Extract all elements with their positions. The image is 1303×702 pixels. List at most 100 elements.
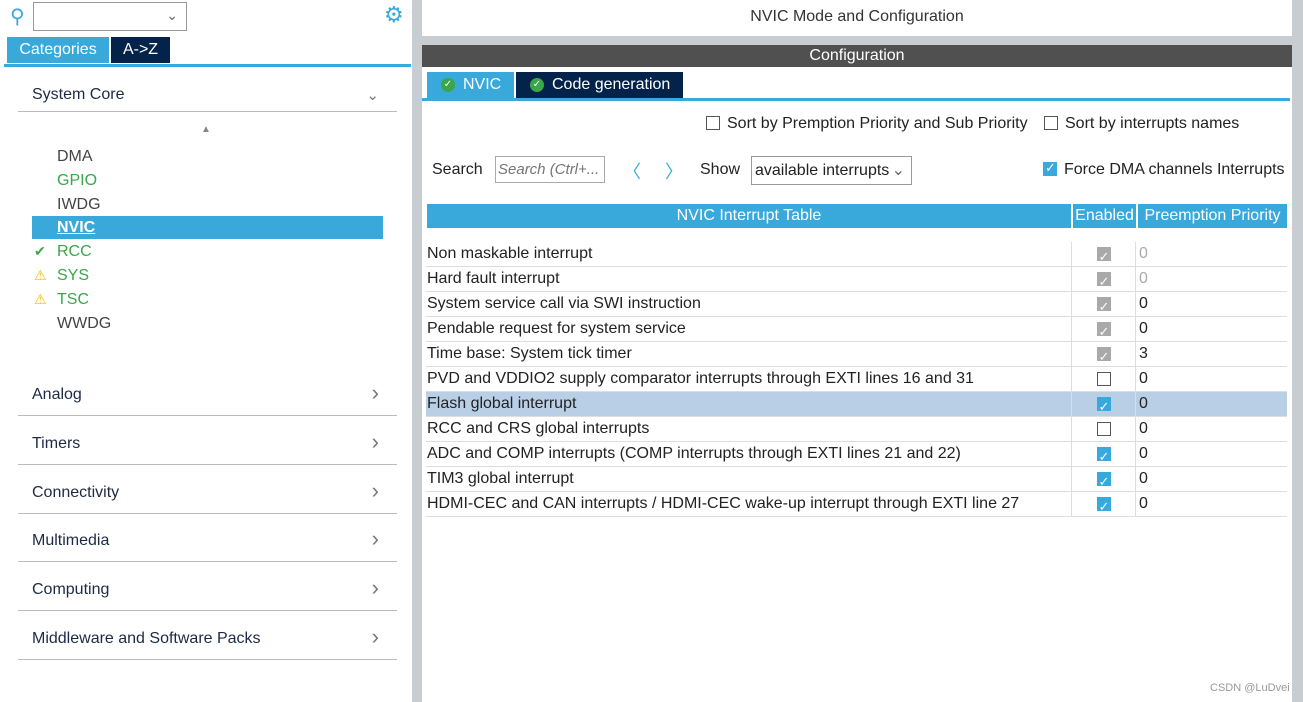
- table-row[interactable]: Pendable request for system service 0: [426, 317, 1287, 344]
- enabled-cell: [1071, 392, 1136, 419]
- enabled-checkbox[interactable]: [1096, 495, 1111, 519]
- show-select[interactable]: available interrupts ⌄: [751, 156, 912, 185]
- table-row[interactable]: Non maskable interrupt 0: [426, 242, 1287, 269]
- search-label: Search: [432, 161, 483, 178]
- priority-cell[interactable]: 0: [1139, 392, 1148, 416]
- table-row[interactable]: TIM3 global interrupt 0: [426, 467, 1287, 494]
- sidebar-item-sys[interactable]: ⚠ SYS: [32, 264, 383, 287]
- sidebar-item-wwdg[interactable]: WWDG: [32, 312, 383, 335]
- interrupt-name: System service call via SWI instruction: [427, 295, 701, 312]
- enabled-checkbox: [1096, 320, 1111, 344]
- sidebar-item-rcc[interactable]: ✔ RCC: [32, 240, 383, 263]
- section-label: Middleware and Software Packs: [32, 630, 261, 647]
- chevron-right-icon: ›: [371, 477, 379, 503]
- sidebar-item-tsc[interactable]: ⚠ TSC: [32, 288, 383, 311]
- enabled-cell: [1071, 417, 1136, 442]
- interrupt-name: HDMI-CEC and CAN interrupts / HDMI-CEC w…: [427, 495, 1020, 512]
- gear-icon[interactable]: ⚙: [384, 2, 404, 28]
- enabled-cell: [1071, 467, 1136, 494]
- priority-cell[interactable]: 0: [1139, 267, 1148, 291]
- enabled-checkbox[interactable]: [1096, 445, 1111, 469]
- tab-label: NVIC: [463, 76, 502, 93]
- priority-cell[interactable]: 0: [1139, 442, 1148, 466]
- column-header-name[interactable]: NVIC Interrupt Table: [427, 204, 1071, 228]
- sidebar-item-nvic[interactable]: NVIC: [32, 216, 383, 240]
- checkbox[interactable]: [706, 116, 720, 130]
- tab-nvic[interactable]: ✓ NVIC: [427, 72, 514, 98]
- sidebar-item-label: RCC: [57, 243, 92, 261]
- priority-cell[interactable]: 0: [1139, 367, 1148, 391]
- section-analog[interactable]: Analog ›: [18, 380, 397, 416]
- priority-cell[interactable]: 3: [1139, 342, 1148, 366]
- show-value: available interrupts: [755, 162, 890, 179]
- force-dma-checkbox[interactable]: Force DMA channels Interrupts: [1043, 160, 1285, 179]
- chevron-down-icon: ⌄: [366, 87, 379, 104]
- table-row[interactable]: ADC and COMP interrupts (COMP interrupts…: [426, 442, 1287, 469]
- table-row[interactable]: Flash global interrupt 0: [426, 392, 1287, 419]
- sort-names-checkbox[interactable]: Sort by interrupts names: [1044, 115, 1239, 133]
- priority-cell[interactable]: 0: [1139, 292, 1148, 316]
- enabled-cell: [1071, 292, 1136, 319]
- table-row[interactable]: Time base: System tick timer 3: [426, 342, 1287, 369]
- panel-splitter[interactable]: [412, 0, 422, 702]
- tab-categories[interactable]: Categories: [7, 37, 109, 63]
- warning-icon: ⚠: [34, 290, 47, 307]
- enabled-checkbox[interactable]: [1096, 395, 1111, 419]
- next-icon[interactable]: 〉: [665, 158, 683, 184]
- previous-icon[interactable]: 〈: [623, 158, 641, 184]
- table-row[interactable]: RCC and CRS global interrupts 0: [426, 417, 1287, 442]
- section-timers[interactable]: Timers ›: [18, 429, 397, 465]
- priority-cell[interactable]: 0: [1139, 417, 1148, 441]
- sort-premption-checkbox[interactable]: Sort by Premption Priority and Sub Prior…: [706, 115, 1028, 133]
- checkbox-label: Sort by Premption Priority and Sub Prior…: [727, 115, 1028, 132]
- sidebar-item-label: IWDG: [57, 195, 101, 213]
- section-connectivity[interactable]: Connectivity ›: [18, 478, 397, 514]
- tab-code-generation[interactable]: ✓ Code generation: [516, 72, 683, 98]
- chevron-right-icon: ›: [371, 575, 379, 601]
- interrupt-search-input[interactable]: [495, 156, 605, 183]
- priority-cell[interactable]: 0: [1139, 242, 1148, 266]
- chevron-down-icon: ⌄: [166, 7, 178, 23]
- section-system-core[interactable]: System Core ⌄: [18, 86, 397, 112]
- search-icon[interactable]: ⚲: [10, 4, 25, 29]
- enabled-checkbox: [1096, 245, 1111, 269]
- section-multimedia[interactable]: Multimedia ›: [18, 526, 397, 563]
- table-row[interactable]: Hard fault interrupt 0: [426, 267, 1287, 294]
- priority-cell[interactable]: 0: [1139, 492, 1148, 516]
- tab-a-z[interactable]: A->Z: [111, 37, 170, 63]
- checkbox[interactable]: [1044, 116, 1058, 130]
- sidebar-item-dma[interactable]: DMA: [32, 145, 383, 168]
- section-middleware[interactable]: Middleware and Software Packs ›: [18, 624, 397, 660]
- left-panel: ⚲ ⌄ ⚙ Categories A->Z System Core ⌄ ▲ DMA…: [0, 0, 412, 702]
- scrollbar[interactable]: [1292, 0, 1303, 702]
- priority-cell[interactable]: 0: [1139, 467, 1148, 491]
- enabled-cell: [1071, 442, 1136, 469]
- table-row[interactable]: PVD and VDDIO2 supply comparator interru…: [426, 367, 1287, 392]
- interrupt-name: ADC and COMP interrupts (COMP interrupts…: [427, 445, 961, 462]
- enabled-cell: [1071, 342, 1136, 369]
- checkbox[interactable]: [1043, 160, 1057, 176]
- section-computing[interactable]: Computing ›: [18, 575, 397, 612]
- enabled-cell: [1071, 367, 1136, 392]
- show-label: Show: [700, 161, 741, 178]
- column-header-enabled[interactable]: Enabled: [1073, 204, 1136, 228]
- check-icon: ✔: [34, 243, 46, 260]
- sidebar-item-label: WWDG: [57, 314, 112, 332]
- column-header-priority[interactable]: Preemption Priority: [1138, 204, 1287, 228]
- interrupt-name: Non maskable interrupt: [427, 245, 593, 262]
- enabled-checkbox[interactable]: [1096, 422, 1111, 436]
- chevron-right-icon: ›: [371, 624, 379, 649]
- sidebar-item-iwdg[interactable]: IWDG: [32, 193, 383, 216]
- enabled-cell: [1071, 317, 1136, 344]
- enabled-checkbox[interactable]: [1096, 470, 1111, 494]
- search-combo[interactable]: ⌄: [33, 2, 187, 31]
- section-label: Multimedia: [32, 532, 110, 550]
- table-row[interactable]: System service call via SWI instruction 0: [426, 292, 1287, 319]
- table-row[interactable]: HDMI-CEC and CAN interrupts / HDMI-CEC w…: [426, 492, 1287, 519]
- enabled-checkbox: [1096, 345, 1111, 369]
- enabled-checkbox[interactable]: [1096, 372, 1111, 386]
- sort-icon[interactable]: ▲: [201, 124, 211, 135]
- priority-cell[interactable]: 0: [1139, 317, 1148, 341]
- interrupt-name: Hard fault interrupt: [427, 270, 560, 287]
- sidebar-item-gpio[interactable]: GPIO: [32, 169, 383, 192]
